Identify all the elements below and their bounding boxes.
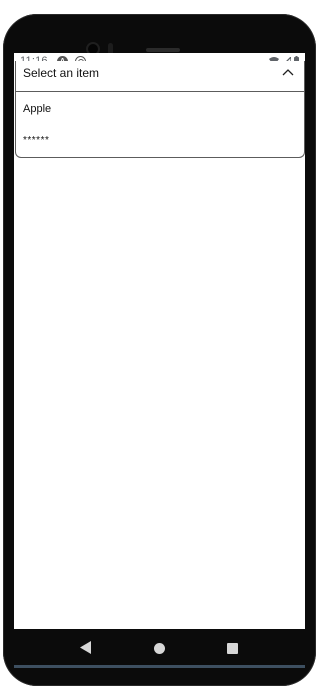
- home-icon[interactable]: [154, 643, 165, 654]
- chevron-up-icon[interactable]: [282, 67, 294, 77]
- bottom-accent-bar: [14, 665, 305, 668]
- dropdown-menu: Select an item Apple ******: [15, 61, 305, 158]
- navigation-bar: [14, 629, 305, 665]
- dropdown-title: Select an item: [23, 66, 100, 80]
- recents-icon[interactable]: [227, 643, 238, 654]
- earpiece-speaker: [146, 48, 180, 52]
- screen: 11:16 A Select an item Apple ******: [14, 53, 305, 629]
- dropdown-option-apple[interactable]: Apple: [23, 103, 51, 115]
- dropdown-header[interactable]: Select an item: [16, 61, 304, 92]
- dropdown-option-masked[interactable]: ******: [23, 135, 49, 146]
- back-icon[interactable]: [80, 641, 92, 654]
